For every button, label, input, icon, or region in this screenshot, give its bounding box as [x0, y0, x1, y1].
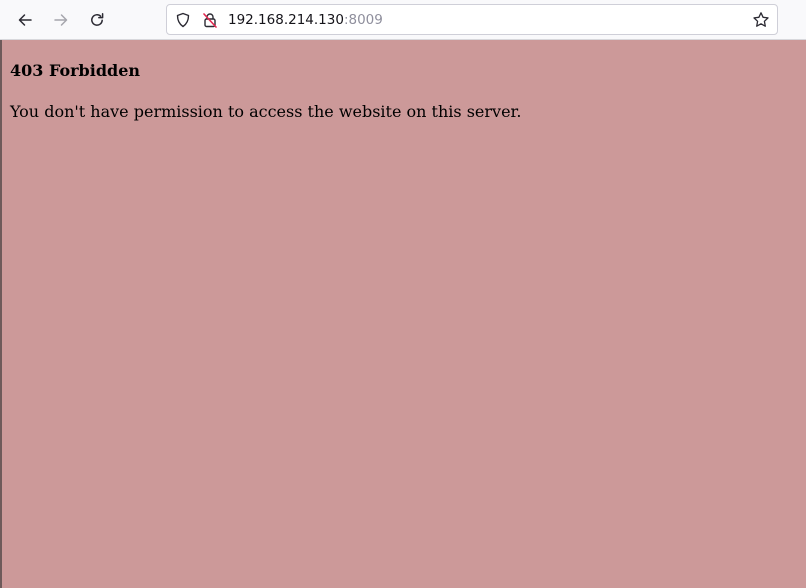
back-button[interactable] [11, 6, 39, 34]
forward-button[interactable] [47, 6, 75, 34]
back-arrow-icon [18, 14, 32, 26]
url-host: 192.168.214.130 [228, 12, 344, 28]
page-title: 403 Forbidden [10, 61, 141, 80]
star-icon[interactable] [752, 11, 770, 29]
address-bar[interactable]: 192.168.214.130:8009 [166, 4, 778, 35]
browser-toolbar: 192.168.214.130:8009 [0, 0, 806, 40]
error-message: You don't have permission to access the … [10, 102, 522, 121]
insecure-lock-icon[interactable] [202, 12, 218, 28]
url-text[interactable]: 192.168.214.130:8009 [228, 11, 383, 29]
reload-button[interactable] [83, 6, 111, 34]
url-port: :8009 [343, 12, 383, 28]
forward-arrow-icon [54, 14, 68, 26]
reload-icon [91, 13, 104, 26]
shield-icon[interactable] [175, 12, 191, 28]
page-content: 403 Forbidden You don't have permission … [0, 40, 806, 588]
